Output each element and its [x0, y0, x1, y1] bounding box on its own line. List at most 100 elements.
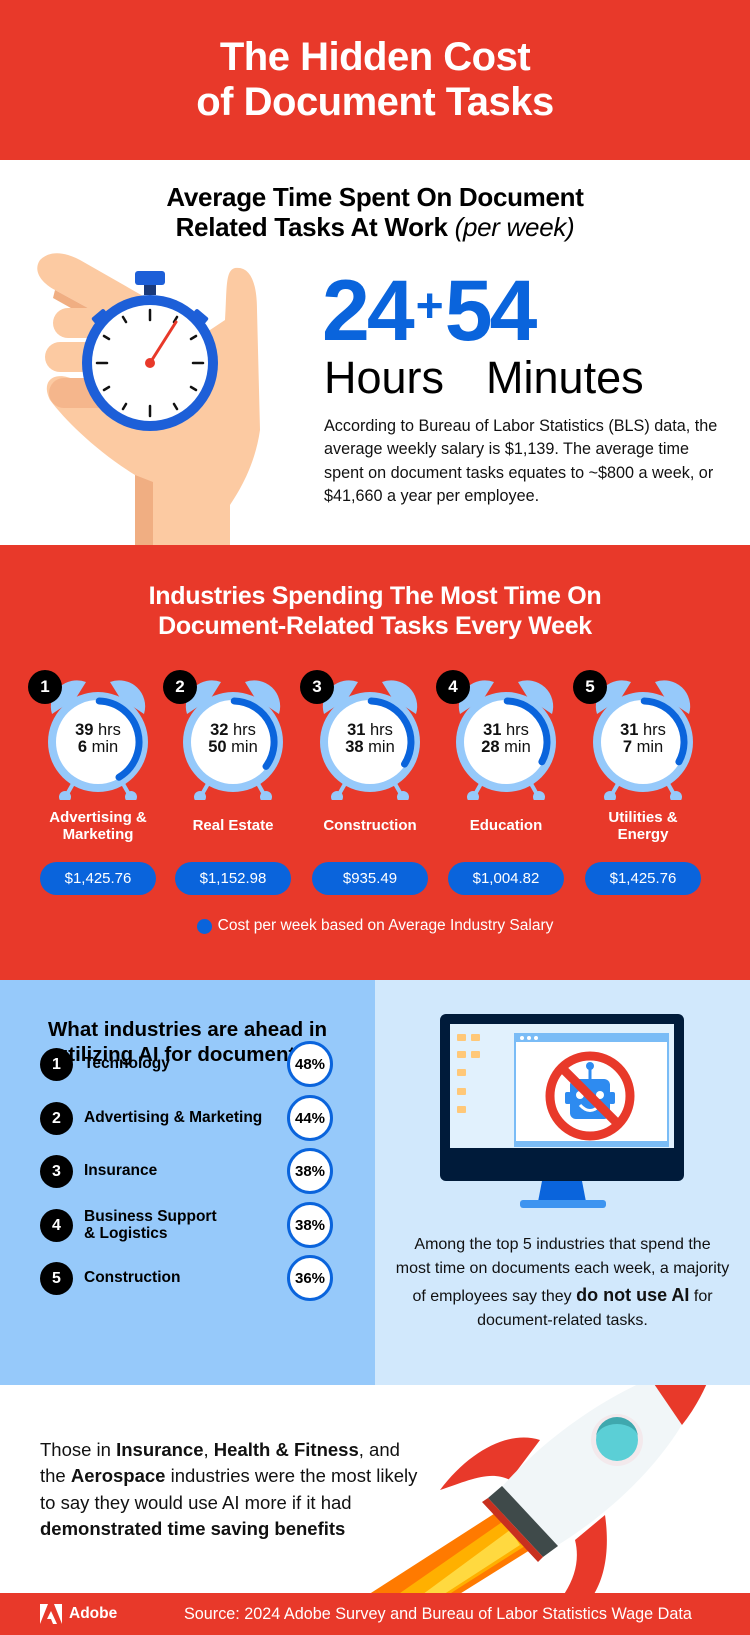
hand-holding-stopwatch-icon: [37, 253, 260, 545]
hours-text: 39 hrs: [75, 721, 121, 739]
industry-line-1: Construction: [323, 817, 417, 835]
industries-title-line-2: Document-Related Tasks Every Week: [158, 612, 592, 640]
adobe-brand: Adobe: [40, 1593, 117, 1635]
hours-text: 32 hrs: [210, 721, 256, 739]
bls-salary-paragraph: According to Bureau of Labor Statistics …: [324, 417, 718, 506]
weekly-cost-pill: $1,425.76: [40, 862, 156, 895]
rank-badge: 1: [28, 670, 62, 704]
industry-label: Construction: [84, 1255, 284, 1301]
rocket-text-2: ,: [203, 1439, 214, 1460]
legend-text: Cost per week based on Average Industry …: [217, 917, 554, 934]
industry-line-1: Insurance: [84, 1162, 158, 1180]
ai-industry-row: 1 Technology 48%: [40, 1041, 340, 1087]
monitor-no-robot-icon: [440, 1014, 684, 1208]
time-unit: min: [226, 738, 258, 757]
ai-usage-percent: 44%: [287, 1095, 333, 1141]
industry-line-1: Construction: [84, 1269, 181, 1287]
time-number: 38: [345, 738, 364, 757]
rank-badge: 2: [163, 670, 197, 704]
minutes-text: 50 min: [208, 738, 258, 756]
adobe-logo-icon: [40, 1604, 62, 1624]
time-number: 31: [620, 721, 639, 739]
total-time-value: 24+54: [322, 268, 537, 354]
time-unit: hrs: [638, 721, 666, 739]
ai-industry-row: 4 Business Support & Logistics 38%: [40, 1202, 340, 1248]
time-unit: hrs: [501, 721, 529, 739]
minutes-number: 54: [444, 263, 538, 359]
time-number: 50: [208, 738, 227, 757]
rank-badge: 3: [40, 1155, 73, 1188]
time-unit: hrs: [365, 721, 393, 739]
hours-text: 31 hrs: [620, 721, 666, 739]
ai-usage-percent: 36%: [287, 1255, 333, 1301]
time-unit: min: [363, 738, 395, 757]
industry-name: Construction: [305, 806, 435, 846]
rank-badge: 5: [573, 670, 607, 704]
rank-badge: 2: [40, 1102, 73, 1135]
page-title: The Hidden Cost of Document Tasks: [196, 35, 554, 125]
industry-line-1: Advertising & Marketing: [84, 1109, 263, 1127]
industry-line-1: Utilities &: [608, 808, 678, 826]
title-line-2: of Document Tasks: [196, 80, 554, 124]
industry-label: Advertising & Marketing: [84, 1095, 284, 1141]
no-ai-panel: Among the top 5 industries that spend th…: [375, 980, 750, 1385]
minutes-text: 28 min: [481, 738, 531, 756]
time-unit: min: [87, 738, 119, 757]
time-unit: min: [632, 738, 664, 757]
industry-line-1: Advertising &: [49, 808, 147, 826]
industry-line-2: Marketing: [62, 826, 134, 843]
subtitle-line-2: Related Tasks At Work: [175, 212, 448, 243]
hours-number: 24: [322, 263, 415, 359]
time-number: 28: [481, 738, 500, 757]
time-number: 31: [347, 721, 366, 739]
adobe-wordmark: Adobe: [69, 1605, 118, 1622]
rank-badge: 4: [436, 670, 470, 704]
time-value: 31 hrs 7 min: [593, 721, 693, 757]
no-ai-paragraph: Among the top 5 industries that spend th…: [395, 1233, 730, 1333]
weekly-cost-pill: $1,152.98: [175, 862, 291, 895]
time-value: 31 hrs 38 min: [320, 721, 420, 757]
rank-badge: 1: [40, 1048, 73, 1081]
industry-label: Technology: [84, 1041, 284, 1087]
industry-line-1: Education: [469, 817, 543, 835]
rocket-bold-4: demonstrated time saving benefits: [40, 1518, 346, 1540]
time-units: Hours Minutes: [324, 355, 644, 400]
ai-industry-row: 3 Insurance 38%: [40, 1148, 340, 1194]
time-value: 39 hrs 6 min: [48, 721, 148, 757]
weekly-cost-pill: $935.49: [312, 862, 428, 895]
minutes-text: 7 min: [623, 738, 663, 756]
time-number: 31: [483, 721, 502, 739]
ai-industry-row: 2 Advertising & Marketing 44%: [40, 1095, 340, 1141]
minutes-label: Minutes: [486, 352, 644, 403]
minutes-text: 6 min: [78, 738, 118, 756]
rocket-icon: [370, 1385, 707, 1593]
time-number: 6: [77, 738, 87, 757]
hours-text: 31 hrs: [347, 721, 393, 739]
rocket-bold-2: Health & Fitness: [213, 1439, 359, 1460]
time-number: 39: [75, 721, 94, 739]
ai-usage-percent: 38%: [287, 1148, 333, 1194]
ai-usage-percent: 38%: [287, 1202, 333, 1248]
industry-label: Insurance: [84, 1148, 284, 1194]
industry-line-2: & Logistics: [84, 1225, 168, 1242]
infographic: The Hidden Cost of Document Tasks Averag…: [0, 0, 750, 1635]
industry-line-1: Technology: [84, 1055, 170, 1073]
plus-sign: +: [415, 280, 444, 333]
subtitle-italic: (per week): [454, 212, 575, 243]
subtitle-line-1: Average Time Spent On Document: [166, 182, 584, 212]
hours-label: Hours: [324, 352, 445, 403]
rank-badge: 4: [40, 1209, 73, 1242]
time-value: 32 hrs 50 min: [183, 721, 283, 757]
industry-line-1: Business Support: [84, 1207, 217, 1225]
ai-usage-percent: 48%: [287, 1041, 333, 1087]
legend-dot-icon: [196, 918, 212, 934]
rocket-section: Those in Insurance, Health & Fitness, an…: [0, 1385, 750, 1593]
time-unit: hrs: [93, 721, 121, 739]
header-banner: The Hidden Cost of Document Tasks: [0, 0, 750, 160]
time-number: 7: [622, 738, 632, 757]
ai-industry-row: 5 Construction 36%: [40, 1255, 340, 1301]
no-ai-bold: do not use AI: [576, 1284, 690, 1305]
time-number: 32: [210, 721, 229, 739]
industry-name: Advertising & Marketing: [33, 806, 163, 846]
industries-section: Industries Spending The Most Time On Doc…: [0, 545, 750, 980]
